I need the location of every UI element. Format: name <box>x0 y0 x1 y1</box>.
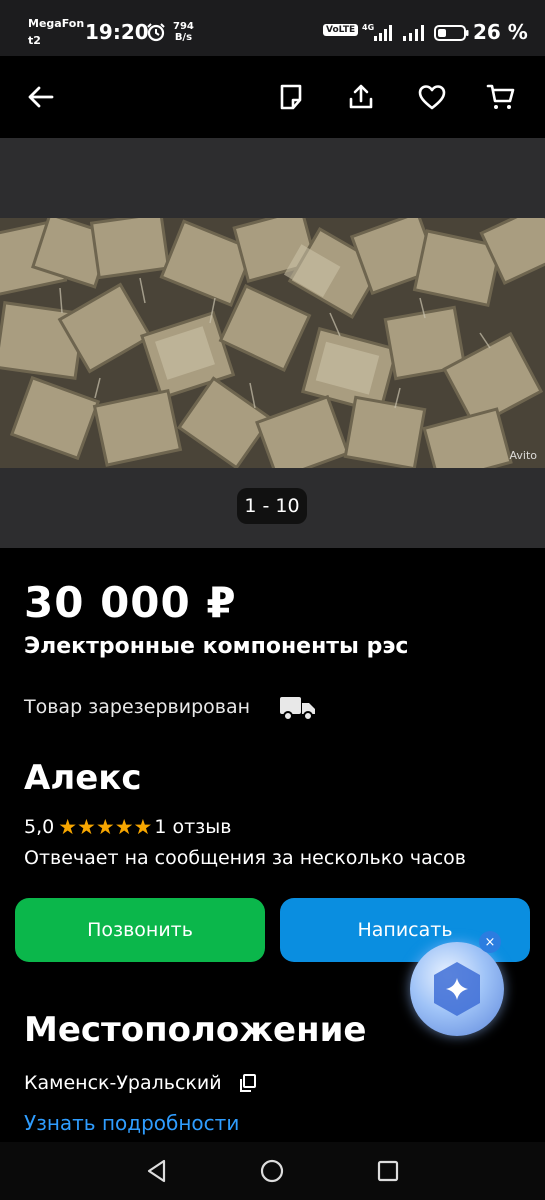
rating-stars: ★ ★ ★ ★ ★ <box>58 814 153 839</box>
share-icon <box>349 84 373 109</box>
battery-level: 26 % <box>473 20 528 44</box>
nav-home-icon[interactable] <box>257 1156 287 1186</box>
reserved-status: Товар зарезервирован <box>24 696 251 718</box>
speed-value: 794 <box>173 21 194 32</box>
network-speed: 794 B/s <box>173 21 194 43</box>
speed-unit: B/s <box>174 32 193 43</box>
close-icon: × <box>484 934 496 950</box>
note-button[interactable] <box>271 77 311 117</box>
signal-icon <box>403 25 424 41</box>
nav-back-icon[interactable] <box>142 1156 172 1186</box>
location-details-link[interactable]: Узнать подробности <box>24 1111 239 1135</box>
image-counter: 1 - 10 <box>237 488 307 524</box>
star-icon: ★ <box>95 814 115 839</box>
truck-icon <box>280 697 315 721</box>
favorite-button[interactable] <box>412 77 452 117</box>
assistant-close-button[interactable]: × <box>479 931 501 953</box>
volte-badge: VoLTE <box>323 24 359 36</box>
location-heading: Местоположение <box>24 1010 367 1050</box>
listing-title: Электронные компоненты рэс <box>24 634 409 659</box>
alarm-icon <box>147 23 165 42</box>
star-icon: ★ <box>114 814 134 839</box>
response-time: Отвечает на сообщения за несколько часов <box>24 847 466 869</box>
svg-text:4G: 4G <box>362 23 374 32</box>
system-nav-bar <box>0 1142 545 1200</box>
image-gallery[interactable]: Avito 1 - 10 <box>0 138 545 548</box>
rating-value: 5,0 <box>24 816 55 838</box>
battery-icon <box>434 25 469 41</box>
note-icon <box>280 84 302 110</box>
reviews-count: 1 отзыв <box>154 816 232 838</box>
back-button[interactable] <box>21 77 61 117</box>
listing-photo[interactable]: Avito <box>0 218 545 468</box>
clock: 19:20 <box>85 20 149 44</box>
seller-rating[interactable]: 5,0 ★ ★ ★ ★ ★ 1 отзыв <box>24 816 231 838</box>
listing-photo-image <box>0 218 545 468</box>
star-icon: ★ <box>77 814 96 839</box>
cart-icon <box>486 84 515 109</box>
avito-watermark: Avito <box>509 449 538 462</box>
share-button[interactable] <box>341 77 381 117</box>
back-arrow-icon <box>28 86 54 108</box>
seller-name[interactable]: Алекс <box>24 758 142 798</box>
signal-4g-icon: 4G <box>362 23 392 41</box>
call-button[interactable]: Позвонить <box>15 898 265 962</box>
top-app-bar <box>0 56 545 138</box>
assistant-icon <box>434 962 480 1016</box>
carrier-name: MegaFon <box>28 17 85 30</box>
city-name: Каменск-Уральский <box>24 1072 222 1094</box>
price: 30 000 ₽ <box>24 578 237 627</box>
star-icon: ★ <box>133 814 153 839</box>
star-icon: ★ <box>58 814 78 839</box>
nav-recents-icon[interactable] <box>373 1156 403 1186</box>
heart-icon <box>418 85 446 110</box>
cart-button[interactable] <box>481 77 521 117</box>
carrier-name-secondary: t2 <box>28 34 41 47</box>
assistant-button[interactable] <box>410 942 504 1036</box>
status-bar: MegaFon t2 19:20 794 B/s VoLTE 4G 26 % <box>0 0 545 56</box>
copy-icon[interactable] <box>238 1073 258 1093</box>
